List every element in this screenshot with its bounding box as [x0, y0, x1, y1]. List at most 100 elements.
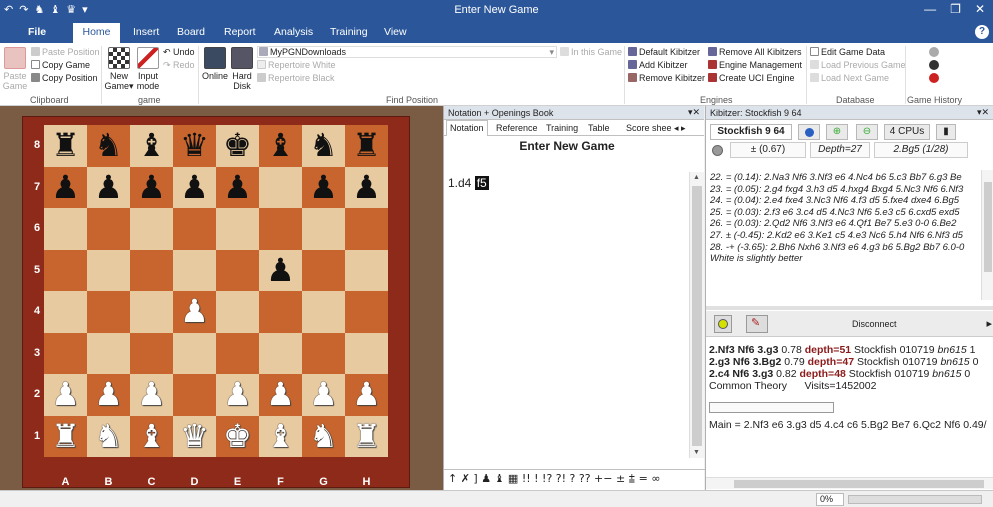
repertoire-black-button[interactable]: Repertoire Black [257, 73, 335, 83]
black-pawn-icon[interactable]: ♟ [87, 167, 130, 209]
cloud-status-button[interactable] [714, 315, 732, 333]
square-g4[interactable] [302, 291, 345, 333]
engine-line[interactable]: 26. = (0.03): 2.Qd2 Nf6 3.Nf3 e6 4.Qf1 B… [710, 218, 980, 230]
remove-all-kibitzers-button[interactable]: Remove All Kibitzers [708, 47, 802, 57]
white-rook-icon[interactable]: ♜ [44, 416, 87, 458]
white-pawn-icon[interactable]: ♟ [44, 374, 87, 416]
move-text[interactable]: 1.d4 [448, 176, 471, 190]
panel-close-icon[interactable]: ▾✕ [688, 107, 700, 118]
edit-game-data-button[interactable]: Edit Game Data [810, 47, 885, 57]
load-previous-game-button[interactable]: Load Previous Game [810, 60, 906, 70]
tab-home[interactable]: Home [73, 23, 120, 43]
square-d6[interactable] [173, 208, 216, 250]
copy-game-button[interactable]: Copy Game [31, 60, 90, 70]
default-kibitzer-button[interactable]: Default Kibitzer [628, 47, 700, 57]
cpu-count[interactable]: 4 CPUs [884, 124, 930, 140]
square-d3[interactable] [173, 332, 216, 374]
black-knight-icon[interactable]: ♞ [302, 125, 345, 167]
black-bishop-icon[interactable]: ♝ [259, 125, 302, 167]
square-f6[interactable] [259, 208, 302, 250]
square-f4[interactable] [259, 291, 302, 333]
white-knight-icon[interactable]: ♞ [87, 416, 130, 458]
tab-training[interactable]: Training [546, 123, 578, 133]
in-this-game-button[interactable]: In this Game [560, 47, 622, 57]
black-bishop-icon[interactable]: ♝ [130, 125, 173, 167]
square-c6[interactable] [130, 208, 173, 250]
black-pawn-icon[interactable]: ♟ [216, 167, 259, 209]
tab-board[interactable]: Board [177, 26, 205, 38]
tab-training[interactable]: Training [330, 26, 368, 38]
square-h4[interactable] [345, 291, 388, 333]
notation-scrollbar[interactable]: ▲ ▼ [689, 172, 704, 458]
disconnect-button[interactable]: Disconnect [852, 319, 897, 329]
stop-engine-button[interactable] [798, 124, 820, 140]
square-h3[interactable] [345, 332, 388, 374]
square-f7[interactable] [259, 166, 302, 208]
remove-kibitzer-button[interactable]: Remove Kibitzer [628, 73, 705, 83]
square-c5[interactable] [130, 249, 173, 291]
white-pawn-icon[interactable]: ♟ [173, 291, 216, 333]
history-clear-icon[interactable] [929, 73, 939, 83]
scrollbar-thumb[interactable] [984, 182, 992, 272]
square-e4[interactable] [216, 291, 259, 333]
square-d2[interactable] [173, 374, 216, 416]
cloud-row[interactable]: 2.g3 Nf6 3.Bg2 0.79 depth=47 Stockfish 0… [709, 356, 993, 368]
tab-notation[interactable]: Notation [446, 120, 488, 136]
square-a6[interactable] [44, 208, 87, 250]
black-queen-icon[interactable]: ♛ [173, 125, 216, 167]
square-a3[interactable] [44, 332, 87, 374]
lock-button[interactable]: ▮ [936, 124, 956, 140]
square-a4[interactable] [44, 291, 87, 333]
black-rook-icon[interactable]: ♜ [345, 125, 388, 167]
undo-button[interactable]: ↶ Undo [163, 47, 195, 58]
tab-report[interactable]: Report [224, 26, 256, 38]
tab-insert[interactable]: Insert [133, 26, 159, 38]
minimize-button[interactable]: — [924, 2, 936, 16]
black-knight-icon[interactable]: ♞ [87, 125, 130, 167]
square-b3[interactable] [87, 332, 130, 374]
annotation-symbol-bar[interactable]: ↑ ✗ ] ♟ ♝ ▦ !! ! !? ?! ? ?? +− ± ⩲ = ∞ [444, 469, 705, 490]
square-e3[interactable] [216, 332, 259, 374]
tab-reference[interactable]: Reference [496, 123, 538, 133]
white-bishop-icon[interactable]: ♝ [259, 416, 302, 458]
paste-game-button[interactable]: Paste Game [2, 47, 28, 91]
close-button[interactable]: ✕ [975, 2, 985, 16]
engine-name[interactable]: Stockfish 9 64 [710, 124, 792, 140]
square-b5[interactable] [87, 249, 130, 291]
engine-line[interactable]: 23. = (0.05): 2.g4 fxg4 3.h3 d5 4.hxg4 B… [710, 184, 980, 196]
restore-button[interactable]: ❐ [950, 2, 961, 16]
white-pawn-icon[interactable]: ♟ [345, 374, 388, 416]
tabs-scroll-arrows-icon[interactable]: ◂ ▸ [674, 123, 686, 134]
square-c4[interactable] [130, 291, 173, 333]
add-line-button[interactable]: ⊕ [826, 124, 848, 140]
square-b6[interactable] [87, 208, 130, 250]
engine-lines-scrollbar[interactable] [981, 170, 993, 300]
tab-table[interactable]: Table [588, 123, 610, 133]
scrollbar-thumb[interactable] [692, 186, 702, 446]
create-uci-engine-button[interactable]: Create UCI Engine [708, 73, 795, 83]
options-icon[interactable]: ▸ [986, 317, 992, 330]
tab-analysis[interactable]: Analysis [274, 26, 313, 38]
engine-line[interactable]: 28. -+ (-3.65): 2.Bh6 Nxh6 3.Nf3 e6 4.g3… [710, 242, 980, 254]
square-e6[interactable] [216, 208, 259, 250]
help-icon[interactable]: ? [975, 25, 989, 39]
redo-button[interactable]: ↷ Redo [163, 60, 195, 71]
black-king-icon[interactable]: ♚ [216, 125, 259, 167]
white-rook-icon[interactable]: ♜ [345, 416, 388, 458]
remove-line-button[interactable]: ⊖ [856, 124, 878, 140]
panel-close-icon[interactable]: ▾✕ [977, 107, 989, 118]
copy-position-button[interactable]: Copy Position [31, 73, 98, 83]
current-move[interactable]: f5 [474, 176, 489, 190]
black-pawn-icon[interactable]: ♟ [259, 250, 302, 292]
scroll-up-icon[interactable]: ▲ [693, 174, 700, 181]
splitter[interactable] [706, 306, 993, 310]
add-kibitzer-button[interactable]: Add Kibitzer [628, 60, 688, 70]
engine-management-button[interactable]: Engine Management [708, 60, 802, 70]
engine-line[interactable]: 24. = (0.04): 2.e4 fxe4 3.Nc3 Nf6 4.f3 d… [710, 195, 980, 207]
white-bishop-icon[interactable]: ♝ [130, 416, 173, 458]
white-pawn-icon[interactable]: ♟ [259, 374, 302, 416]
cloud-row[interactable]: 2.c4 Nf6 3.g3 0.82 depth=48 Stockfish 01… [709, 368, 993, 380]
square-g6[interactable] [302, 208, 345, 250]
white-king-icon[interactable]: ♚ [216, 416, 259, 458]
black-pawn-icon[interactable]: ♟ [345, 167, 388, 209]
